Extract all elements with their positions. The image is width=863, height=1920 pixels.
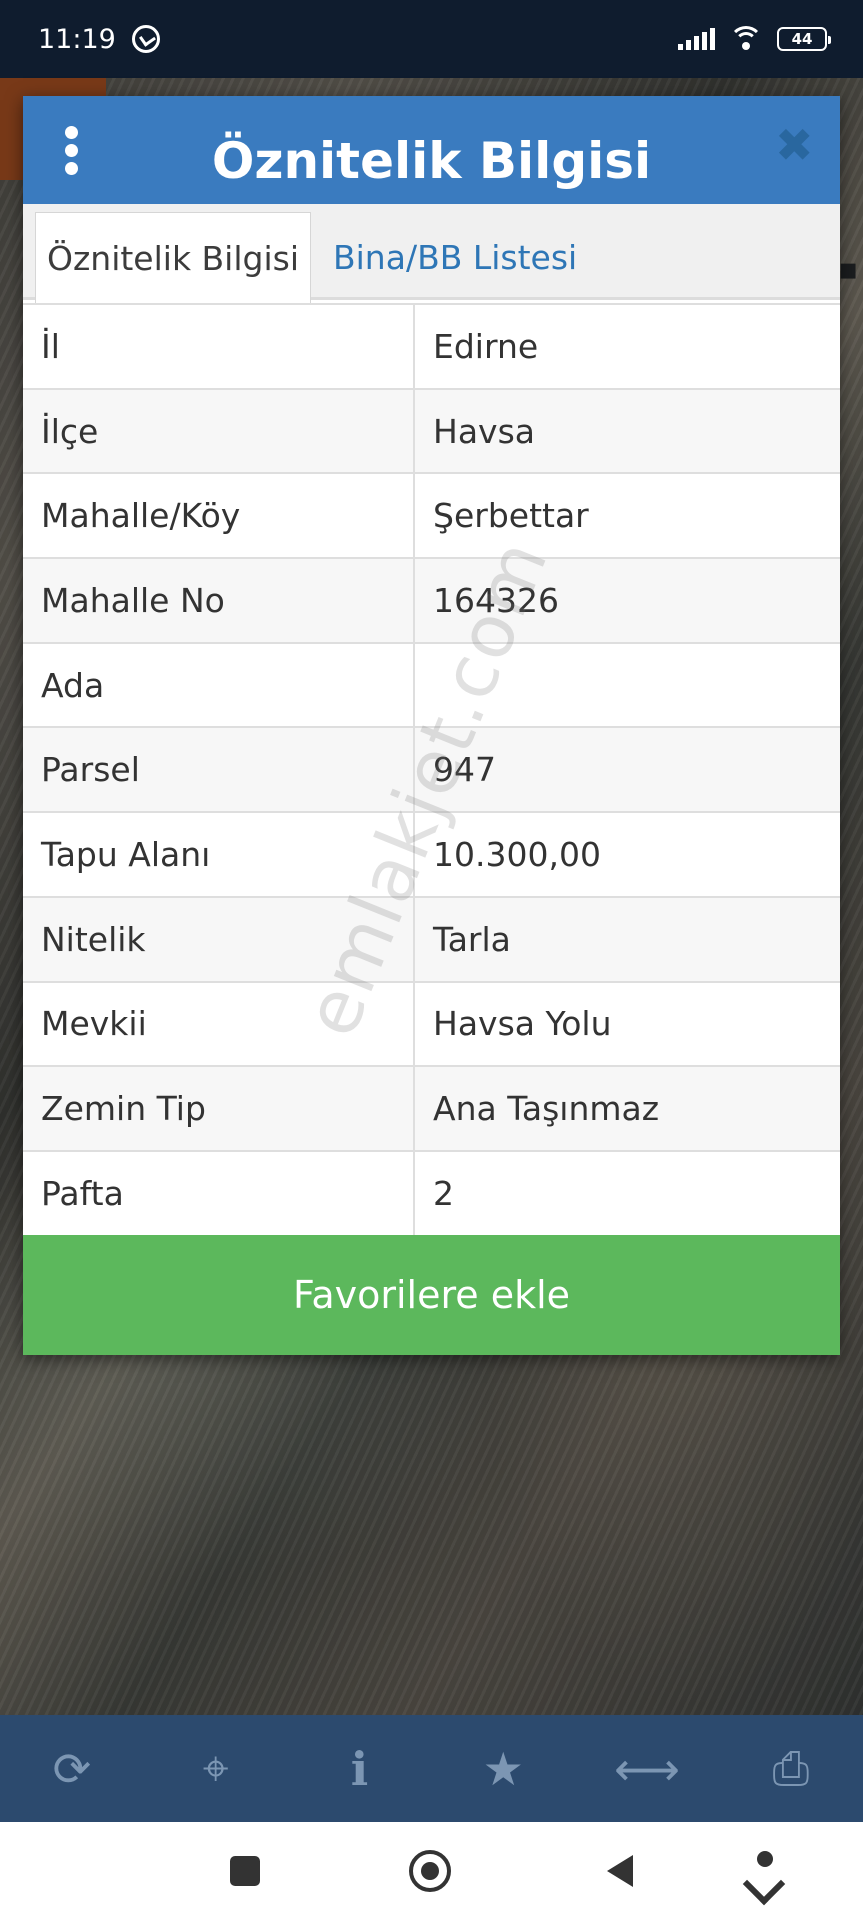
hide-nav-button[interactable] bbox=[735, 1822, 795, 1920]
add-to-favorites-button[interactable]: Favorilere ekle bbox=[23, 1235, 840, 1355]
status-time: 11:19 bbox=[38, 23, 116, 55]
print-icon[interactable]: ⎙ bbox=[719, 1715, 863, 1822]
attr-key: Mahalle No bbox=[23, 557, 415, 644]
attr-value: 10.300,00 bbox=[413, 811, 840, 898]
home-icon bbox=[409, 1850, 451, 1892]
recents-icon bbox=[230, 1856, 260, 1886]
table-row: Nitelik Tarla bbox=[23, 895, 840, 983]
map-toolbar: ⟳ ⌖ i ★ ⟷ ⎙ bbox=[0, 1715, 863, 1822]
dialog-header: Öznitelik Bilgisi ✖ bbox=[23, 96, 840, 204]
attr-key: İlçe bbox=[23, 387, 415, 475]
attr-key: İl bbox=[23, 303, 415, 390]
close-icon[interactable]: ✖ bbox=[775, 122, 814, 168]
attr-key: Parsel bbox=[23, 726, 415, 814]
attribute-info-dialog: Öznitelik Bilgisi ✖ Öznitelik Bilgisi Bi… bbox=[23, 96, 840, 1355]
tab-attribute-info[interactable]: Öznitelik Bilgisi bbox=[35, 212, 311, 303]
star-icon[interactable]: ★ bbox=[431, 1715, 575, 1822]
attr-key: Mahalle/Köy bbox=[23, 472, 415, 560]
attr-value: Ana Taşınmaz bbox=[413, 1065, 840, 1152]
map-control-edge: ▪ bbox=[838, 252, 859, 287]
whatsapp-icon bbox=[131, 25, 160, 53]
table-row: Mahalle No 164326 bbox=[23, 557, 840, 644]
table-row: Mahalle/Köy Şerbettar bbox=[23, 472, 840, 560]
back-button[interactable] bbox=[590, 1822, 650, 1920]
table-row: İl Edirne bbox=[23, 303, 840, 390]
chevron-down-icon bbox=[745, 1851, 785, 1891]
wifi-icon bbox=[729, 26, 763, 52]
attr-value: Havsa bbox=[413, 387, 840, 475]
signal-icon bbox=[678, 28, 715, 50]
attr-key: Ada bbox=[23, 641, 415, 729]
dialog-tabs: Öznitelik Bilgisi Bina/BB Listesi bbox=[23, 204, 840, 303]
attr-value: Tarla bbox=[413, 895, 840, 983]
table-row: Mevkii Havsa Yolu bbox=[23, 980, 840, 1068]
attr-value: Edirne bbox=[413, 303, 840, 390]
measure-icon[interactable]: ⟷ bbox=[575, 1715, 719, 1822]
status-bar: 11:19 44 bbox=[0, 0, 863, 78]
info-icon[interactable]: i bbox=[288, 1715, 432, 1822]
table-row: İlçe Havsa bbox=[23, 387, 840, 475]
attr-key: Zemin Tip bbox=[23, 1065, 415, 1152]
back-icon bbox=[607, 1855, 633, 1887]
table-row: Zemin Tip Ana Taşınmaz bbox=[23, 1065, 840, 1152]
recents-button[interactable] bbox=[210, 1822, 280, 1920]
attr-key: Pafta bbox=[23, 1149, 415, 1237]
table-row: Pafta 2 bbox=[23, 1149, 840, 1237]
battery-level: 44 bbox=[791, 30, 813, 48]
dialog-title: Öznitelik Bilgisi bbox=[211, 132, 652, 190]
attr-value: Havsa Yolu bbox=[413, 980, 840, 1068]
crosshair-icon[interactable]: ⌖ bbox=[144, 1715, 288, 1822]
refresh-icon[interactable]: ⟳ bbox=[0, 1715, 144, 1822]
status-left: 11:19 bbox=[38, 24, 160, 55]
tab-building-list[interactable]: Bina/BB Listesi bbox=[333, 212, 577, 303]
battery-icon: 44 bbox=[777, 27, 831, 51]
status-right: 44 bbox=[678, 26, 831, 52]
home-button[interactable] bbox=[400, 1822, 460, 1920]
system-nav-bar bbox=[0, 1822, 863, 1920]
attr-value: 2 bbox=[413, 1149, 840, 1237]
